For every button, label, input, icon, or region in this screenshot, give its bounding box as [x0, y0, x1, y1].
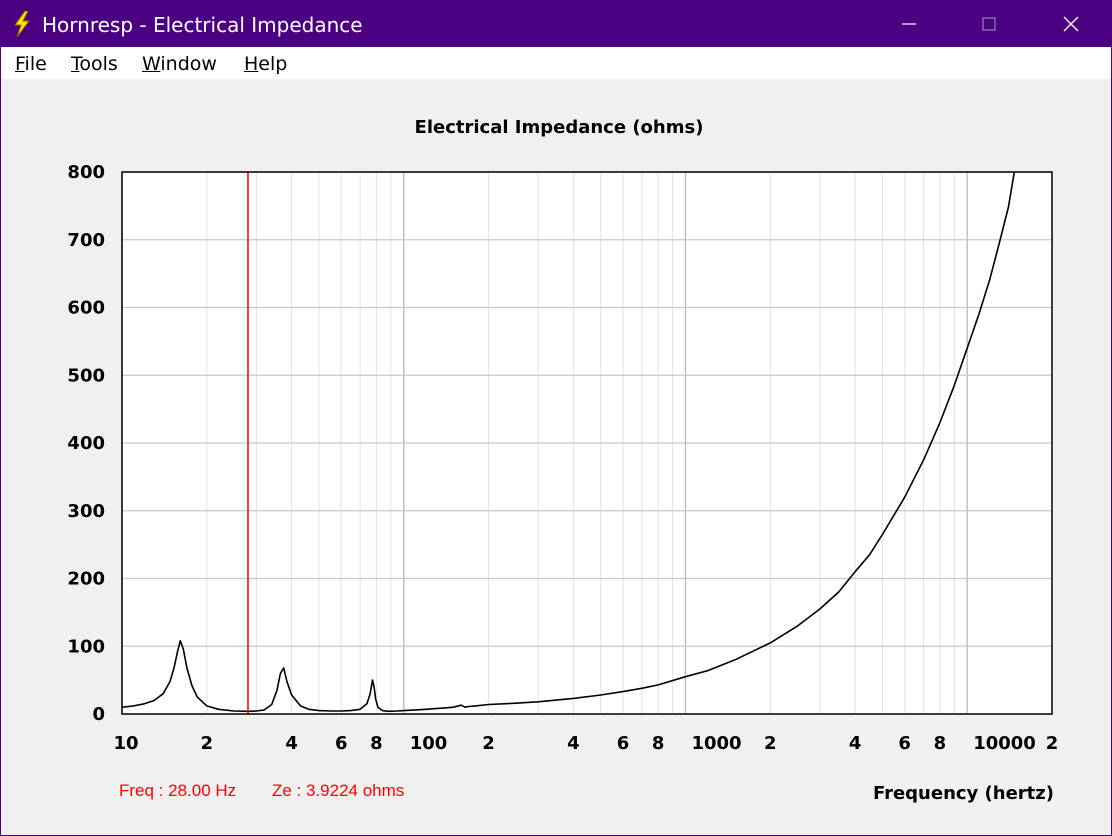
x-tick-label: 6: [617, 733, 630, 754]
close-button[interactable]: [1031, 1, 1111, 47]
y-tick-label: 700: [67, 230, 105, 251]
menu-window[interactable]: Window: [142, 53, 217, 75]
x-tick-label: 2: [764, 733, 777, 754]
x-tick-label: 8: [934, 733, 947, 754]
x-tick-label: 4: [285, 733, 298, 754]
impedance-readout: Ze : 3.9224 ohms: [272, 781, 405, 800]
title-bar[interactable]: Hornresp - Electrical Impedance: [1, 1, 1111, 47]
x-tick-label: 2: [1046, 733, 1059, 754]
app-window: Hornresp - Electrical Impedance File Too…: [0, 0, 1112, 836]
maximize-button[interactable]: [949, 1, 1029, 47]
x-tick-label: 1000: [691, 733, 741, 754]
impedance-chart[interactable]: 0 100 200 300 400 500 600 700 800 10 2 4 6 8 100 2 4 6 8 10…: [1, 79, 1111, 819]
x-axis-label: Frequency (hertz): [873, 783, 1054, 804]
y-tick-label: 400: [67, 433, 105, 454]
x-tick-label: 8: [652, 733, 665, 754]
window-title: Hornresp - Electrical Impedance: [42, 13, 363, 37]
menu-file[interactable]: File: [15, 53, 47, 75]
close-icon: [1063, 16, 1079, 32]
y-tick-label: 0: [92, 704, 105, 725]
x-tick-label: 4: [849, 733, 862, 754]
x-tick-label: 10000: [973, 733, 1036, 754]
x-tick-label: 6: [898, 733, 911, 754]
menu-tools[interactable]: Tools: [71, 53, 118, 75]
chart-title: Electrical Impedance (ohms): [415, 117, 704, 138]
y-tick-label: 500: [67, 365, 105, 386]
y-tick-label: 200: [67, 569, 105, 590]
minimize-icon: [902, 23, 916, 25]
y-tick-label: 100: [67, 636, 105, 657]
x-tick-label: 2: [201, 733, 214, 754]
lightning-bolt-icon: [14, 11, 30, 37]
x-tick-label: 8: [370, 733, 383, 754]
menu-help[interactable]: Help: [244, 53, 287, 75]
maximize-icon: [982, 17, 996, 31]
freq-readout: Freq : 28.00 Hz: [119, 781, 237, 800]
y-tick-label: 600: [67, 298, 105, 319]
x-tick-label: 6: [335, 733, 348, 754]
y-tick-label: 800: [67, 162, 105, 183]
x-tick-label: 4: [567, 733, 580, 754]
x-tick-label: 10: [113, 733, 138, 754]
y-tick-label: 300: [67, 501, 105, 522]
x-tick-label: 100: [410, 733, 448, 754]
menu-bar: File Tools Window Help: [1, 47, 1111, 79]
minimize-button[interactable]: [869, 1, 949, 47]
x-tick-label: 2: [482, 733, 495, 754]
